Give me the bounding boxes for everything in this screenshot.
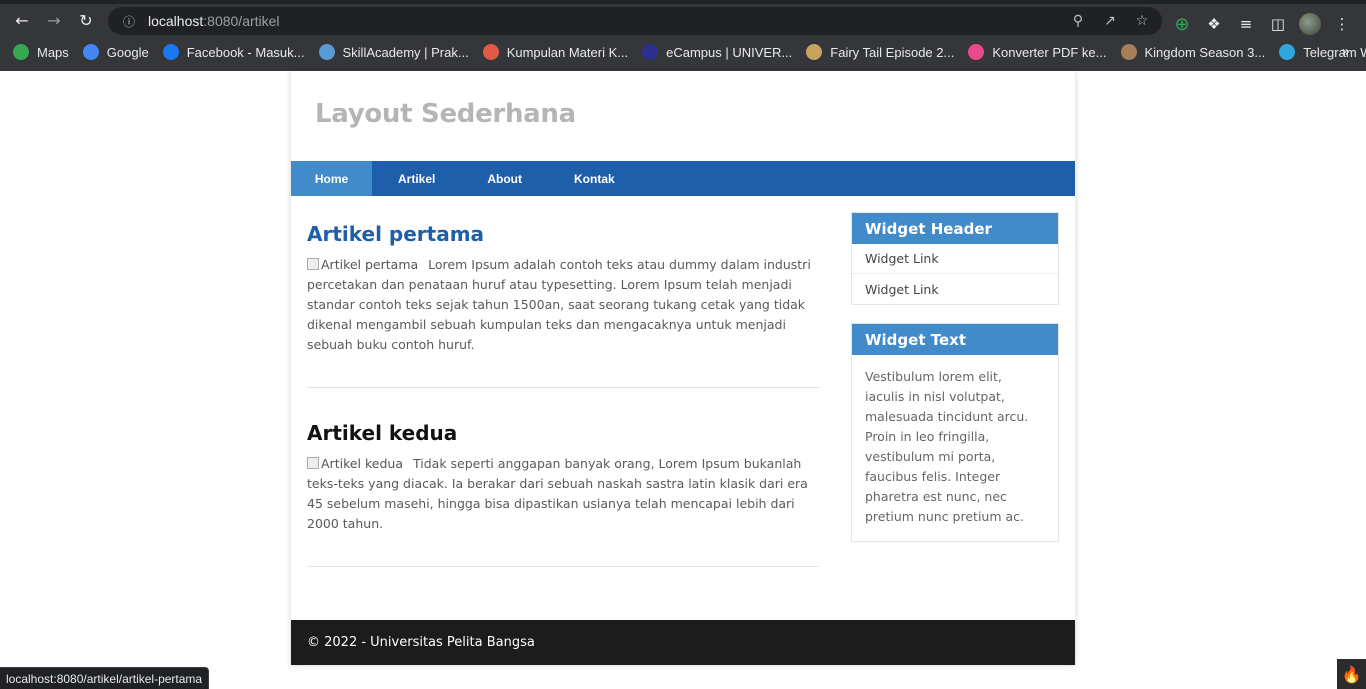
broken-image-icon — [307, 258, 319, 270]
url-path: :8080/artikel — [203, 13, 280, 29]
skillacademy-icon — [318, 44, 335, 60]
bookmark-label: Telegram Web — [1303, 44, 1366, 60]
article-image: Artikel kedua — [307, 454, 403, 474]
menu-icon[interactable]: ⋮ — [1326, 8, 1358, 40]
kumpulan-icon — [482, 44, 499, 60]
article-body: Artikel kedua Tidak seperti anggapan bany… — [307, 454, 819, 534]
puzzle-icon[interactable]: ❖ — [1198, 8, 1230, 40]
bookmark-item[interactable]: Telegram Web — [1279, 44, 1366, 60]
widget-text-title: Widget Text — [852, 324, 1058, 355]
bookmark-label: Google — [106, 44, 149, 60]
address-url[interactable]: localhost:8080/artikel — [148, 13, 280, 29]
nav-artikel[interactable]: Artikel — [372, 161, 461, 196]
url-host: localhost — [148, 13, 204, 29]
pdf-icon — [968, 44, 985, 60]
facebook-icon — [162, 44, 179, 60]
article-image: Artikel pertama — [307, 255, 418, 275]
page-viewport: Layout Sederhana Home Artikel About Kont… — [0, 71, 1366, 689]
widget-text-body: Vestibulum lorem elit, iaculis in nisl v… — [865, 369, 1029, 524]
bookmark-label: Maps — [37, 44, 69, 60]
bookmark-label: Fairy Tail Episode 2... — [830, 44, 955, 60]
broken-image-icon — [307, 457, 319, 469]
google-icon — [82, 44, 99, 60]
bookmark-item[interactable]: Kumpulan Materi K... — [482, 44, 629, 60]
article-title-link[interactable]: Artikel pertama — [307, 221, 819, 247]
back-icon[interactable]: ← — [6, 4, 38, 36]
nav-home[interactable]: Home — [291, 161, 372, 196]
image-alt-text: Artikel pertama — [321, 257, 419, 272]
browser-toolbar: ← → ↻ ⓘ localhost:8080/artikel ⚲ ↗ ☆ ⊕ ❖… — [0, 4, 1366, 36]
kingdom-icon — [1120, 44, 1137, 60]
widget-link[interactable]: Widget Link — [852, 274, 1058, 304]
image-alt-text: Artikel kedua — [321, 456, 403, 471]
reload-icon[interactable]: ↻ — [70, 4, 102, 36]
bookmark-item[interactable]: Facebook - Masuk... — [162, 44, 305, 60]
bookmark-label: SkillAcademy | Prak... — [342, 44, 469, 60]
widget-text: Widget Text Vestibulum lorem elit, iacul… — [851, 323, 1059, 542]
fairytail-icon — [806, 44, 823, 60]
bookmark-label: Konverter PDF ke... — [992, 44, 1107, 60]
bookmark-item[interactable]: eCampus | UNIVER... — [642, 44, 792, 60]
maps-icon — [13, 44, 29, 60]
bookmarks-overflow-icon[interactable]: » — [1341, 40, 1350, 64]
bookmark-item[interactable]: SkillAcademy | Prak... — [318, 44, 469, 60]
widget-link[interactable]: Widget Link — [852, 244, 1058, 274]
media-icon[interactable]: ≡ — [1230, 8, 1262, 40]
site-header: Layout Sederhana — [291, 71, 1075, 161]
share-icon[interactable]: ↗ — [1096, 7, 1124, 35]
nav-about[interactable]: About — [461, 161, 548, 196]
bookmark-label: Kingdom Season 3... — [1144, 44, 1266, 60]
flame-icon: 🔥 — [1337, 659, 1366, 689]
bookmark-label: Kumpulan Materi K... — [506, 44, 629, 60]
address-bar[interactable]: ⓘ localhost:8080/artikel ⚲ ↗ ☆ — [108, 7, 1162, 35]
bookmark-item[interactable]: Kingdom Season 3... — [1120, 44, 1266, 60]
star-icon[interactable]: ☆ — [1128, 7, 1156, 35]
profile-avatar[interactable] — [1299, 13, 1321, 35]
site-title: Layout Sederhana — [315, 99, 576, 129]
article-list: Artikel pertama Artikel pertama Lorem Ips… — [307, 213, 819, 599]
nav-kontak[interactable]: Kontak — [548, 161, 641, 196]
extension-actions: ⊕ ❖ ≡ ◫ ⋮ — [1166, 8, 1358, 40]
bookmark-label: Facebook - Masuk... — [186, 44, 305, 60]
zoom-icon[interactable]: ⚲ — [1064, 7, 1092, 35]
site-container: Layout Sederhana Home Artikel About Kont… — [291, 71, 1075, 665]
bookmark-item[interactable]: Fairy Tail Episode 2... — [806, 44, 954, 60]
forward-icon[interactable]: → — [38, 4, 70, 36]
sidebar: Widget Header Widget Link Widget Link Wi… — [851, 212, 1059, 560]
omnibox-actions: ⚲ ↗ ☆ — [1064, 7, 1156, 35]
bookmark-item[interactable]: Konverter PDF ke... — [968, 44, 1107, 60]
site-footer: © 2022 - Universitas Pelita Bangsa — [291, 620, 1075, 665]
article-title: Artikel kedua — [307, 421, 458, 445]
widget-links: Widget Header Widget Link Widget Link — [851, 212, 1059, 305]
bookmark-item[interactable]: Google — [82, 44, 149, 60]
bookmark-item[interactable]: Maps — [13, 44, 69, 60]
widget-header-title: Widget Header — [852, 213, 1058, 244]
sidepanel-icon[interactable]: ◫ — [1262, 8, 1294, 40]
article-item: Artikel kedua Artikel kedua Tidak seperti… — [307, 420, 819, 567]
footer-text: © 2022 - Universitas Pelita Bangsa — [307, 635, 535, 650]
main-nav: Home Artikel About Kontak — [291, 161, 1075, 196]
article-body: Artikel pertama Lorem Ipsum adalah contoh… — [307, 255, 819, 355]
bookmarks-bar: Maps Google Facebook - Masuk... SkillAcadem… — [0, 40, 1366, 64]
article-item: Artikel pertama Artikel pertama Lorem Ips… — [307, 221, 819, 388]
ecampus-icon — [642, 44, 659, 60]
add-extension-icon[interactable]: ⊕ — [1166, 8, 1198, 40]
browser-chrome: ← → ↻ ⓘ localhost:8080/artikel ⚲ ↗ ☆ ⊕ ❖… — [0, 0, 1366, 71]
telegram-icon — [1279, 44, 1296, 60]
bookmark-label: eCampus | UNIVER... — [666, 44, 793, 60]
status-bar-url: localhost:8080/artikel/artikel-pertama — [0, 667, 210, 689]
info-icon[interactable]: ⓘ — [116, 13, 142, 30]
